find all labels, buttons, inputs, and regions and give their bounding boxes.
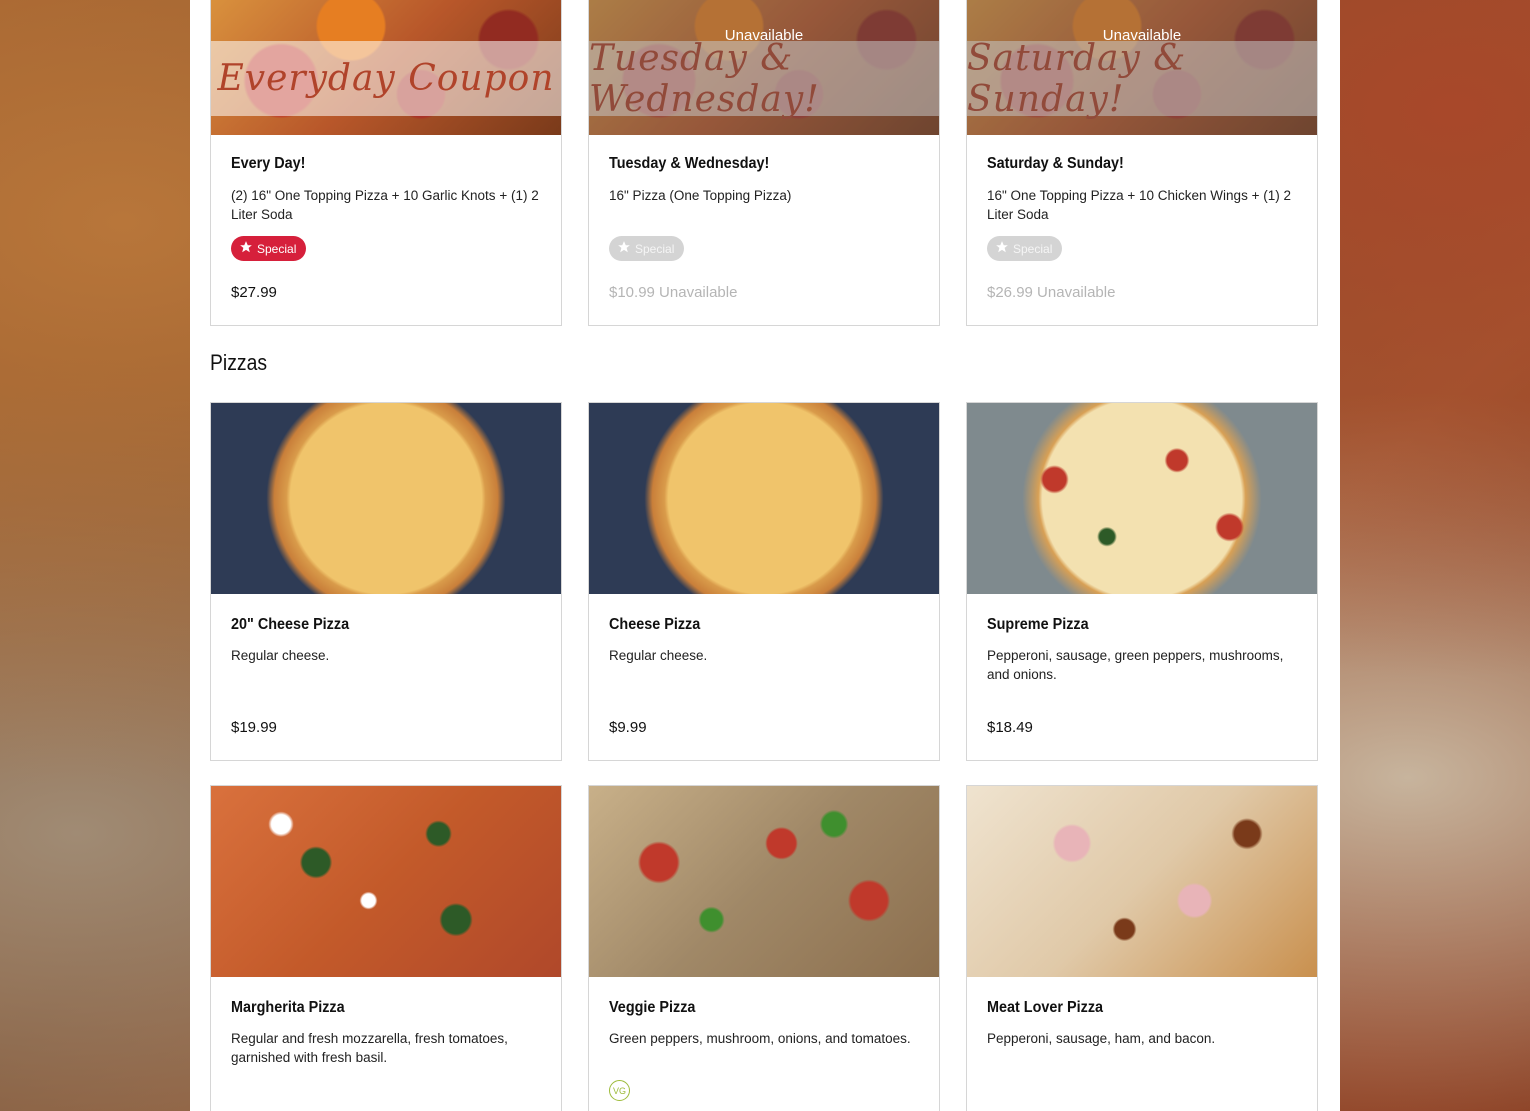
item-title: Supreme Pizza [987, 616, 1089, 633]
item-image [211, 403, 561, 594]
item-description: Regular and fresh mozzarella, fresh toma… [231, 1031, 508, 1065]
item-price: $27.99 [231, 284, 277, 301]
unavailable-overlay [589, 0, 939, 135]
item-title: Veggie Pizza [609, 999, 696, 1016]
vegan-icon: VG [609, 1080, 630, 1101]
item-description: 16" Pizza (One Topping Pizza) [609, 188, 792, 203]
item-image [589, 403, 939, 594]
special-badge: Special [609, 236, 685, 261]
unavailable-label: Unavailable [1102, 27, 1182, 44]
menu-item-veggie-pizza[interactable]: Veggie Pizza Green peppers, mushroom, on… [588, 785, 940, 1111]
item-price: $26.99 Unavailable [987, 284, 1116, 301]
menu-item-supreme-pizza[interactable]: Supreme Pizza Pepperoni, sausage, green … [966, 402, 1318, 761]
special-image: Tuesday & Wednesday! Unavailable [589, 0, 939, 135]
item-description: Green peppers, mushroom, onions, and tom… [609, 1031, 911, 1046]
unavailable-overlay [967, 0, 1317, 135]
menu-panel: Everyday Coupon Every Day! (2) 16" One T… [190, 0, 1340, 1111]
item-image [589, 786, 939, 977]
item-description: Pepperoni, sausage, ham, and bacon. [987, 1031, 1216, 1046]
item-description: Regular cheese. [609, 648, 708, 663]
badge-label: Special [1013, 241, 1053, 256]
star-icon [617, 240, 631, 257]
special-badge: Special [987, 236, 1063, 261]
item-image [967, 786, 1317, 977]
item-title: 20" Cheese Pizza [231, 616, 350, 633]
special-card-every-day[interactable]: Everyday Coupon Every Day! (2) 16" One T… [210, 0, 562, 326]
item-title: Saturday & Sunday! [987, 155, 1124, 172]
item-description: Pepperoni, sausage, green peppers, mushr… [987, 648, 1284, 682]
badge-label: Special [257, 241, 297, 256]
item-description: Regular cheese. [231, 648, 330, 663]
item-price: $10.99 Unavailable [609, 284, 738, 301]
special-card-saturday-sunday[interactable]: Saturday & Sunday! Unavailable Saturday … [966, 0, 1318, 326]
special-banner: Everyday Coupon [211, 41, 561, 116]
unavailable-label: Unavailable [724, 27, 804, 44]
item-description: 16" One Topping Pizza + 10 Chicken Wings… [987, 188, 1291, 222]
menu-item-20-cheese-pizza[interactable]: 20" Cheese Pizza Regular cheese. $19.99 [210, 402, 562, 761]
item-title: Every Day! [231, 155, 306, 172]
menu-item-cheese-pizza[interactable]: Cheese Pizza Regular cheese. $9.99 [588, 402, 940, 761]
item-title: Cheese Pizza [609, 616, 701, 633]
menu-item-meat-lover-pizza[interactable]: Meat Lover Pizza Pepperoni, sausage, ham… [966, 785, 1318, 1111]
item-image [211, 786, 561, 977]
item-title: Margherita Pizza [231, 999, 345, 1016]
special-badge: Special [231, 236, 307, 261]
item-title: Meat Lover Pizza [987, 999, 1104, 1016]
special-image: Everyday Coupon [211, 0, 561, 135]
badge-label: Special [635, 241, 675, 256]
section-title-pizzas: Pizzas [210, 350, 268, 375]
menu-item-margherita-pizza[interactable]: Margherita Pizza Regular and fresh mozza… [210, 785, 562, 1111]
item-description: (2) 16" One Topping Pizza + 10 Garlic Kn… [231, 188, 539, 222]
special-image: Saturday & Sunday! Unavailable [967, 0, 1317, 135]
item-image [967, 403, 1317, 594]
star-icon [239, 240, 253, 257]
star-icon [995, 240, 1009, 257]
item-price: $18.49 [987, 719, 1033, 736]
special-card-tuesday-wednesday[interactable]: Tuesday & Wednesday! Unavailable Tuesday… [588, 0, 940, 326]
item-price: $9.99 [609, 719, 647, 736]
item-title: Tuesday & Wednesday! [609, 155, 770, 172]
item-price: $19.99 [231, 719, 277, 736]
